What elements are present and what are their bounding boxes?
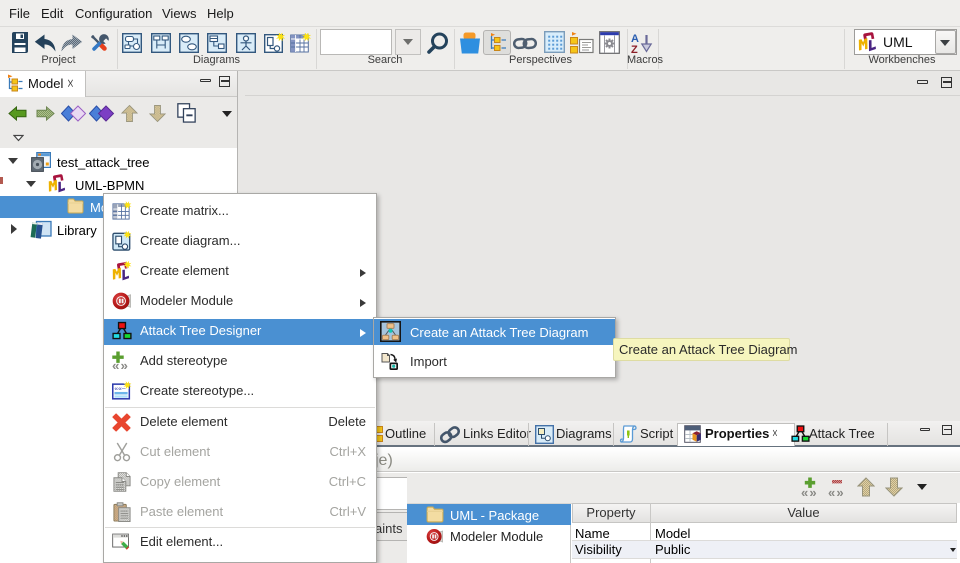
svg-text:Z: Z — [631, 44, 638, 55]
svg-text:« »: « » — [828, 485, 844, 499]
svg-text:« »: « » — [801, 485, 817, 499]
svg-text:« »: « » — [112, 358, 128, 371]
